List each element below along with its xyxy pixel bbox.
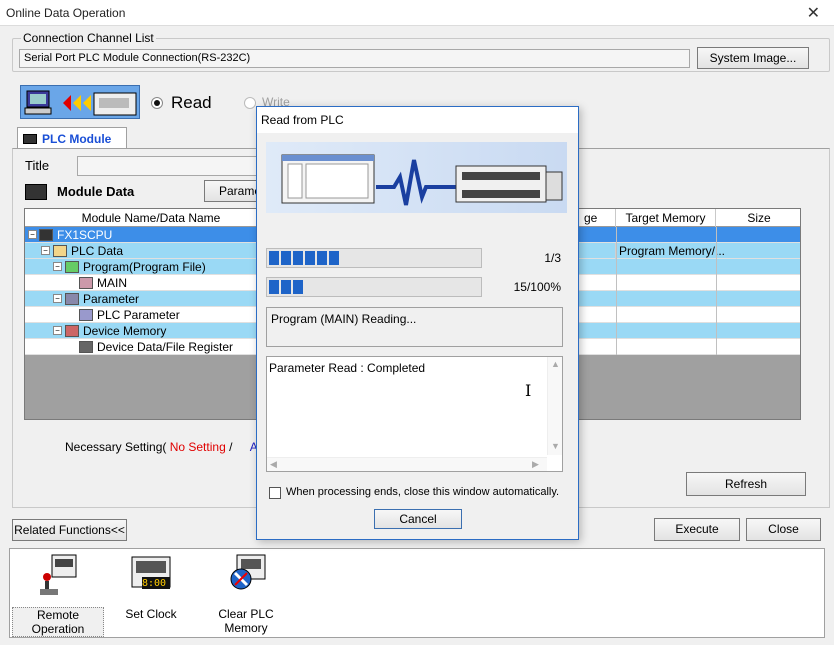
title-input[interactable] bbox=[77, 156, 259, 176]
clear-plc-memory-tool[interactable]: Clear PLC Memory bbox=[196, 551, 296, 635]
close-button[interactable]: Close bbox=[746, 518, 821, 541]
module-data-label: Module Data bbox=[57, 184, 135, 199]
necessary-setting-legend: Necessary Setting( No Setting / Alrea bbox=[65, 440, 278, 454]
transfer-illustration bbox=[266, 142, 567, 213]
text-cursor-icon: I bbox=[525, 381, 532, 400]
device-data-icon bbox=[79, 341, 93, 353]
scroll-left-icon[interactable]: ◀ bbox=[270, 459, 277, 470]
overall-progress-text: 1/3 bbox=[544, 251, 561, 265]
scroll-up-icon[interactable]: ▲ bbox=[551, 359, 560, 369]
plc-data-icon bbox=[53, 245, 67, 257]
dialog-title: Read from PLC bbox=[261, 113, 344, 127]
title-label: Title bbox=[25, 158, 50, 173]
vertical-scrollbar[interactable]: ▲ ▼ bbox=[547, 357, 562, 455]
auto-close-label[interactable]: When processing ends, close this window … bbox=[286, 486, 559, 498]
remote-operation-icon bbox=[40, 554, 77, 595]
plc-module-icon bbox=[23, 134, 37, 144]
set-clock-label: Set Clock bbox=[125, 607, 177, 621]
program-icon bbox=[65, 261, 79, 273]
set-clock-tool[interactable]: 8:00 Set Clock bbox=[120, 551, 182, 621]
related-functions-panel: Remote Operation 8:00 Set Clock Clear PL… bbox=[9, 548, 825, 638]
collapse-icon[interactable]: − bbox=[53, 262, 62, 271]
row-name: Device Data/File Register bbox=[97, 340, 234, 354]
horizontal-scrollbar[interactable]: ◀ ▶ bbox=[267, 457, 547, 471]
pc-to-plc-transfer-icon bbox=[281, 154, 563, 206]
write-radio[interactable] bbox=[244, 97, 256, 109]
log-box: Parameter Read : Completed ▲ ▼ ◀ ▶ I bbox=[266, 356, 563, 472]
row-target: Program Memory/... bbox=[619, 244, 726, 258]
execute-button[interactable]: Execute bbox=[654, 518, 740, 541]
status-text: Program (MAIN) Reading... bbox=[271, 312, 417, 326]
overall-progress-bar bbox=[266, 248, 482, 268]
read-radio[interactable] bbox=[151, 97, 163, 109]
clear-plc-memory-icon bbox=[230, 554, 266, 590]
row-name: FX1SCPU bbox=[57, 228, 113, 242]
col-header-target-memory[interactable]: Target Memory S... bbox=[616, 209, 716, 243]
col-header-name[interactable]: Module Name/Data Name bbox=[25, 209, 278, 227]
remote-operation-label: Remote Operation bbox=[12, 607, 104, 637]
auto-close-checkbox[interactable] bbox=[269, 487, 281, 499]
window-title: Online Data Operation bbox=[6, 6, 126, 20]
read-label[interactable]: Read bbox=[171, 93, 212, 113]
close-icon[interactable]: ✕ bbox=[807, 3, 820, 23]
col-header-target-partial[interactable]: ge bbox=[578, 209, 616, 227]
clock-display: 8:00 bbox=[142, 578, 167, 589]
parameter-button[interactable]: Paramet bbox=[204, 180, 264, 202]
row-name: Device Memory bbox=[83, 324, 167, 338]
collapse-icon[interactable]: − bbox=[53, 326, 62, 335]
collapse-icon[interactable]: − bbox=[41, 246, 50, 255]
row-name: Parameter bbox=[83, 292, 140, 306]
pc-to-plc-icon bbox=[24, 90, 137, 116]
module-data-icon bbox=[25, 184, 47, 200]
clear-plc-memory-label: Clear PLC Memory bbox=[218, 607, 274, 635]
connection-channel-legend: Connection Channel List bbox=[21, 31, 156, 45]
row-name: PLC Data bbox=[71, 244, 124, 258]
read-from-plc-dialog: Read from PLC 1/3 15/100% Program (MAIN)… bbox=[256, 106, 579, 540]
collapse-icon[interactable]: − bbox=[28, 230, 37, 239]
device-memory-icon bbox=[65, 325, 79, 337]
parameter-icon bbox=[65, 293, 79, 305]
scroll-right-icon[interactable]: ▶ bbox=[532, 459, 539, 470]
step-progress-bar bbox=[266, 277, 482, 297]
set-clock-icon bbox=[131, 556, 171, 589]
collapse-icon[interactable]: − bbox=[53, 294, 62, 303]
step-progress-text: 15/100% bbox=[513, 280, 561, 294]
main-program-icon bbox=[79, 277, 93, 289]
connection-channel-field: Serial Port PLC Module Connection(RS-232… bbox=[19, 49, 690, 68]
system-image-button[interactable]: System Image... bbox=[697, 47, 809, 69]
refresh-button[interactable]: Refresh bbox=[686, 472, 806, 496]
log-text: Parameter Read : Completed bbox=[269, 361, 426, 375]
tab-plc-module[interactable]: PLC Module bbox=[17, 127, 127, 149]
row-name: PLC Parameter bbox=[97, 308, 180, 322]
row-name: Program(Program File) bbox=[83, 260, 206, 274]
scroll-down-icon[interactable]: ▼ bbox=[551, 441, 560, 451]
operation-image bbox=[20, 85, 140, 119]
status-box: Program (MAIN) Reading... bbox=[266, 307, 563, 347]
cancel-button[interactable]: Cancel bbox=[374, 509, 462, 529]
remote-operation-tool[interactable]: Remote Operation bbox=[12, 551, 104, 637]
plc-parameter-icon bbox=[79, 309, 93, 321]
tab-plc-module-label: PLC Module bbox=[42, 132, 112, 146]
col-header-size[interactable]: Size bbox=[716, 209, 800, 227]
row-name: MAIN bbox=[97, 276, 127, 290]
window-title-bar: Online Data Operation ✕ bbox=[0, 0, 834, 26]
related-functions-button[interactable]: Related Functions<< bbox=[12, 519, 127, 541]
cpu-icon bbox=[39, 229, 53, 241]
dialog-title-bar: Read from PLC bbox=[257, 107, 578, 133]
